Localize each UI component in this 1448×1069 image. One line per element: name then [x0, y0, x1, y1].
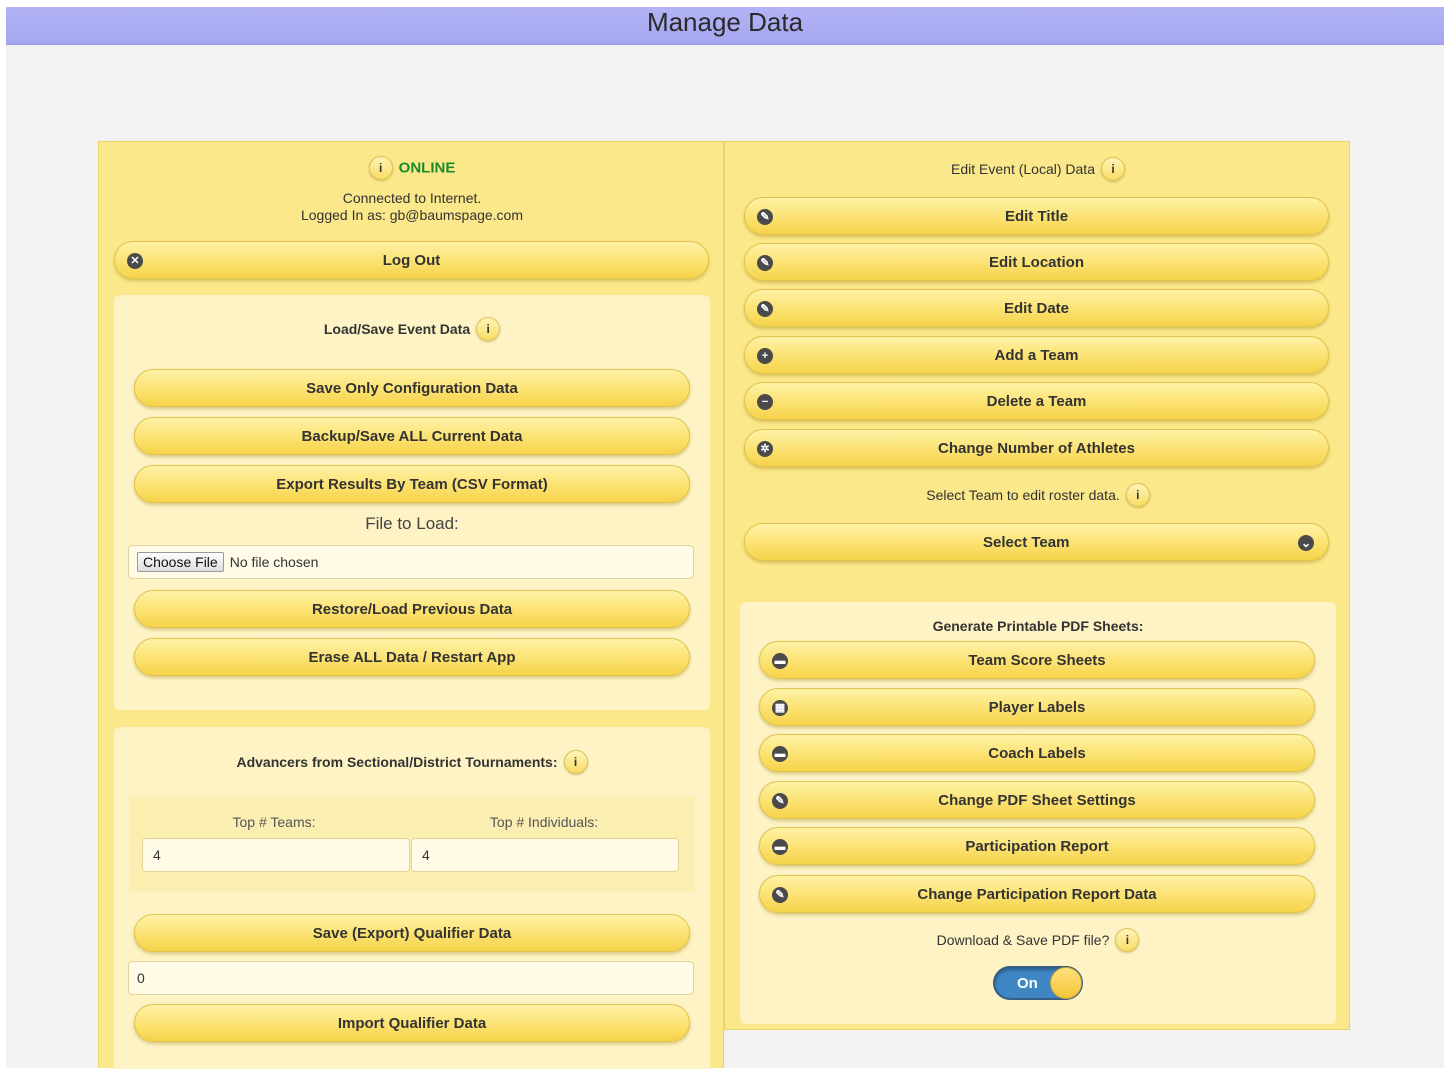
- team-score-sheets-button[interactable]: ▬ Team Score Sheets: [759, 641, 1315, 679]
- participation-report-label: Participation Report: [965, 837, 1109, 855]
- team-score-label: Team Score Sheets: [968, 651, 1106, 669]
- edit-event-info-icon[interactable]: i: [1100, 157, 1125, 181]
- status-info-icon[interactable]: i: [368, 156, 393, 180]
- connection-status-text: Connected to Internet.: [342, 190, 482, 206]
- change-athletes-button[interactable]: ✲ Change Number of Athletes: [744, 429, 1329, 467]
- advancers-title-row: Advancers from Sectional/District Tourna…: [114, 750, 710, 774]
- save-config-button[interactable]: Save Only Configuration Data: [134, 369, 690, 407]
- pdf-title: Generate Printable PDF Sheets:: [932, 618, 1144, 634]
- save-qualifier-label: Save (Export) Qualifier Data: [312, 924, 512, 942]
- top-individuals-input[interactable]: 4: [411, 838, 679, 872]
- select-team-info-icon[interactable]: i: [1125, 483, 1150, 507]
- export-csv-label: Export Results By Team (CSV Format): [276, 475, 548, 493]
- edit-date-button[interactable]: ✎ Edit Date: [744, 289, 1329, 327]
- qualifier-input[interactable]: 0: [128, 961, 694, 995]
- left-column: i ONLINE Connected to Internet. Logged In…: [98, 141, 725, 1069]
- change-athletes-label: Change Number of Athletes: [938, 439, 1135, 457]
- participation-report-button[interactable]: ▬ Participation Report: [759, 827, 1315, 865]
- document-icon: ▬: [772, 653, 788, 669]
- load-save-title: Load/Save Event Data: [323, 321, 471, 337]
- save-qualifier-button[interactable]: Save (Export) Qualifier Data: [134, 914, 690, 952]
- file-to-load-label: File to Load:: [365, 514, 459, 533]
- status-row: i ONLINE: [99, 156, 725, 180]
- player-labels-button[interactable]: ▦ Player Labels: [759, 688, 1315, 726]
- participation-data-label: Change Participation Report Data: [917, 885, 1157, 903]
- edit-location-label: Edit Location: [989, 253, 1084, 271]
- import-qualifier-label: Import Qualifier Data: [337, 1014, 487, 1032]
- advancers-panel: Advancers from Sectional/District Tourna…: [114, 727, 710, 1069]
- erase-button[interactable]: Erase ALL Data / Restart App: [134, 638, 690, 676]
- edit-date-label: Edit Date: [1003, 299, 1069, 317]
- edit-event-title-row: Edit Event (Local) Data i: [725, 157, 1351, 181]
- delete-team-button[interactable]: − Delete a Team: [744, 382, 1329, 420]
- load-save-panel: Load/Save Event Data i Save Only Configur…: [114, 295, 710, 710]
- minus-icon: −: [757, 394, 773, 410]
- top-teams-label: Top # Teams:: [232, 814, 316, 830]
- top-individuals-label: Top # Individuals:: [489, 814, 599, 830]
- grid-icon: ▦: [772, 700, 788, 716]
- delete-team-label: Delete a Team: [986, 392, 1087, 410]
- logout-button[interactable]: ✕ Log Out: [114, 241, 709, 279]
- select-team-label: Select Team: [983, 533, 1070, 551]
- download-prompt-row: Download & Save PDF file? i: [740, 928, 1336, 952]
- toggle-on-label: On: [1017, 975, 1038, 992]
- gear-icon: ✲: [757, 441, 773, 457]
- load-save-info-icon[interactable]: i: [476, 317, 501, 341]
- no-file-text: No file chosen: [229, 554, 319, 570]
- page-header: Manage Data: [6, 7, 1444, 45]
- download-prompt: Download & Save PDF file?: [936, 932, 1110, 948]
- edit-icon: ✎: [757, 209, 773, 225]
- plus-icon: +: [757, 348, 773, 364]
- right-column: Edit Event (Local) Data i ✎ Edit Title ✎ …: [724, 141, 1350, 1030]
- edit-icon: ✎: [772, 793, 788, 809]
- select-team-dropdown[interactable]: Select Team ⌄: [744, 523, 1329, 561]
- file-input[interactable]: Choose File No file chosen: [128, 545, 694, 579]
- pdf-settings-label: Change PDF Sheet Settings: [938, 791, 1136, 809]
- backup-all-button[interactable]: Backup/Save ALL Current Data: [134, 417, 690, 455]
- export-csv-button[interactable]: Export Results By Team (CSV Format): [134, 465, 690, 503]
- edit-title-label: Edit Title: [1004, 207, 1069, 225]
- document-icon: ▬: [772, 746, 788, 762]
- add-team-button[interactable]: + Add a Team: [744, 336, 1329, 374]
- save-config-label: Save Only Configuration Data: [306, 379, 518, 397]
- pdf-settings-button[interactable]: ✎ Change PDF Sheet Settings: [759, 781, 1315, 819]
- logout-label: Log Out: [382, 251, 441, 269]
- participation-data-button[interactable]: ✎ Change Participation Report Data: [759, 875, 1315, 913]
- coach-labels-button[interactable]: ▬ Coach Labels: [759, 734, 1315, 772]
- top-teams-input[interactable]: 4: [142, 838, 410, 872]
- chevron-down-icon: ⌄: [1298, 535, 1314, 551]
- restore-button[interactable]: Restore/Load Previous Data: [134, 590, 690, 628]
- backup-all-label: Backup/Save ALL Current Data: [301, 427, 523, 445]
- document-icon: ▬: [772, 839, 788, 855]
- edit-icon: ✎: [757, 255, 773, 271]
- advancers-info-icon[interactable]: i: [563, 750, 588, 774]
- edit-location-button[interactable]: ✎ Edit Location: [744, 243, 1329, 281]
- coach-labels-label: Coach Labels: [988, 744, 1086, 762]
- player-labels-label: Player Labels: [988, 698, 1086, 716]
- download-info-icon[interactable]: i: [1115, 928, 1140, 952]
- page-title: Manage Data: [646, 7, 804, 37]
- advancers-title: Advancers from Sectional/District Tourna…: [236, 754, 558, 770]
- choose-file-button[interactable]: Choose File: [137, 552, 224, 572]
- edit-icon: ✎: [757, 301, 773, 317]
- connection-info: Connected to Internet. Logged In as: gb@…: [99, 190, 725, 224]
- status-online-label: ONLINE: [398, 159, 456, 177]
- download-pdf-toggle[interactable]: On: [993, 966, 1083, 1000]
- edit-event-title: Edit Event (Local) Data: [951, 161, 1095, 177]
- edit-icon: ✎: [772, 887, 788, 903]
- add-team-label: Add a Team: [994, 346, 1079, 364]
- edit-title-button[interactable]: ✎ Edit Title: [744, 197, 1329, 235]
- toggle-knob[interactable]: [1050, 967, 1082, 999]
- select-team-prompt-row: Select Team to edit roster data. i: [725, 483, 1351, 507]
- logged-in-text: Logged In as: gb@baumspage.com: [300, 207, 524, 223]
- import-qualifier-button[interactable]: Import Qualifier Data: [134, 1004, 690, 1042]
- erase-label: Erase ALL Data / Restart App: [308, 648, 516, 666]
- load-save-title-row: Load/Save Event Data i: [114, 317, 710, 341]
- restore-label: Restore/Load Previous Data: [311, 600, 513, 618]
- close-icon: ✕: [127, 253, 143, 269]
- pdf-panel: Generate Printable PDF Sheets: ▬ Team Sc…: [740, 602, 1336, 1024]
- select-team-prompt: Select Team to edit roster data.: [926, 487, 1120, 503]
